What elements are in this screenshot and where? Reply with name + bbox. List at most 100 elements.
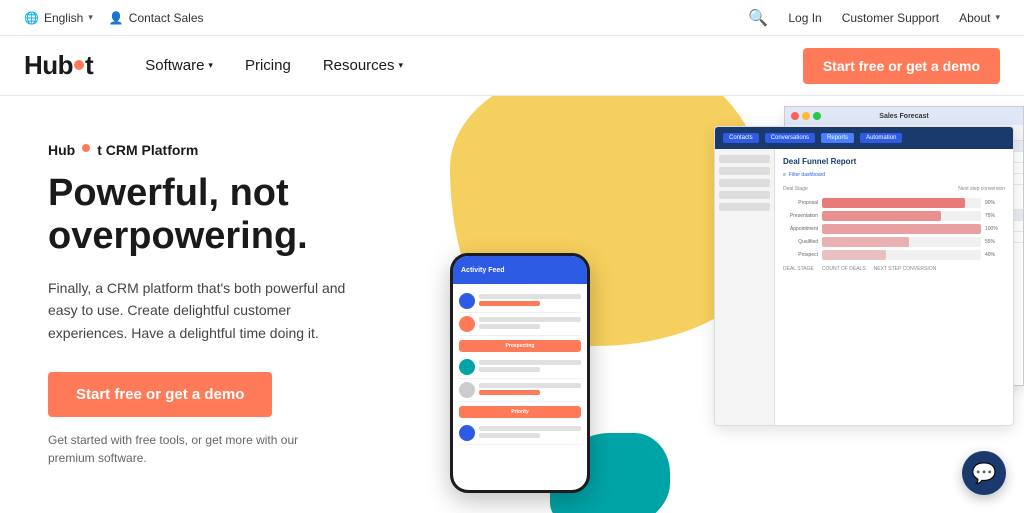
- close-btn[interactable]: [791, 112, 799, 120]
- chevron-down-icon: ▾: [995, 12, 1000, 23]
- phone-header: Activity Feed: [453, 256, 587, 284]
- hero-note: Get started with free tools, or get more…: [48, 431, 308, 467]
- avatar: [459, 316, 475, 332]
- phone-row-3: [459, 356, 581, 379]
- phone-line: [479, 324, 540, 329]
- customer-support-link[interactable]: Customer Support: [842, 11, 939, 25]
- bar-chart: Proposal 90% Presentation 75% Appointmen…: [783, 198, 1005, 260]
- bar-label: Proposal: [783, 200, 818, 206]
- phone-line: [479, 390, 540, 395]
- phone-header-text: Activity Feed: [461, 267, 505, 274]
- bar-track: [822, 198, 981, 208]
- bar-row: Presentation 75%: [783, 211, 1005, 221]
- avatar: [459, 359, 475, 375]
- bar-row: Appointment 100%: [783, 224, 1005, 234]
- maximize-btn[interactable]: [813, 112, 821, 120]
- hero-cta-button[interactable]: Start free or get a demo: [48, 372, 272, 417]
- phone-btn-2[interactable]: Priority: [459, 406, 581, 418]
- phone-mockup: Activity Feed: [450, 253, 590, 493]
- dash-tab-contacts[interactable]: Contacts: [723, 133, 759, 143]
- resources-label: Resources: [323, 57, 395, 74]
- hero-right: Activity Feed: [420, 96, 1024, 513]
- nav-links: Software ▾ Pricing Resources ▾: [133, 49, 803, 82]
- dash-content: Deal Funnel Report ≡ Filter dashboard De…: [715, 149, 1013, 425]
- bar-track: [822, 224, 981, 234]
- bar-pct: 75%: [985, 213, 1005, 219]
- language-selector[interactable]: 🌐 English ▾: [24, 11, 93, 25]
- logo-spot: [74, 60, 84, 70]
- search-icon[interactable]: 🔍: [748, 8, 768, 28]
- bar-row: Qualified 55%: [783, 237, 1005, 247]
- phone-body: Prospecting: [453, 284, 587, 451]
- phone-btn[interactable]: Prospecting: [459, 340, 581, 352]
- nav-resources[interactable]: Resources ▾: [311, 49, 415, 82]
- phone-text-3: [479, 360, 581, 374]
- dashboard-mockup: Contacts Conversations Reports Automatio…: [714, 126, 1014, 426]
- sidebar-item: [719, 191, 770, 199]
- brand-spot: [82, 144, 90, 152]
- minimize-btn[interactable]: [802, 112, 810, 120]
- phone-line: [479, 294, 581, 299]
- ss-titlebar: Sales Forecast: [785, 107, 1023, 125]
- bar-track: [822, 211, 981, 221]
- contact-sales-label: Contact Sales: [129, 11, 204, 25]
- about-label: About: [959, 11, 990, 25]
- chevron-down-icon: ▾: [88, 12, 93, 23]
- phone-line: [479, 317, 581, 322]
- sidebar-item: [719, 155, 770, 163]
- bar-row: Proposal 90%: [783, 198, 1005, 208]
- bar-pct: 40%: [985, 252, 1005, 258]
- dash-tab-conversations[interactable]: Conversations: [765, 133, 815, 143]
- dash-topbar: Contacts Conversations Reports Automatio…: [715, 127, 1013, 149]
- chevron-down-icon: ▾: [208, 60, 213, 71]
- logo[interactable]: Hubt: [24, 50, 93, 81]
- headline-line1: Powerful, not: [48, 172, 289, 214]
- bar-pct: 55%: [985, 239, 1005, 245]
- phone-row-2: [459, 313, 581, 336]
- phone-row-5: [459, 422, 581, 445]
- phone-line: [479, 383, 581, 388]
- hero-subtext: Finally, a CRM platform that's both powe…: [48, 277, 368, 344]
- dash-tab-automation[interactable]: Automation: [860, 133, 902, 143]
- login-link[interactable]: Log In: [788, 11, 821, 25]
- phone-btn-text-2: Priority: [511, 409, 529, 415]
- hero-left: Hubt CRM Platform Powerful, not overpowe…: [0, 96, 420, 513]
- bar-pct: 100%: [985, 226, 1005, 232]
- chat-bubble[interactable]: 💬: [962, 451, 1006, 495]
- ss-controls: [791, 112, 821, 120]
- bar-label: Presentation: [783, 213, 818, 219]
- nav-cta-button[interactable]: Start free or get a demo: [803, 48, 1000, 84]
- phone-line: [479, 426, 581, 431]
- contact-sales-link[interactable]: 👤 Contact Sales: [109, 11, 204, 25]
- phone-text-4: [479, 383, 581, 397]
- nav-software[interactable]: Software ▾: [133, 49, 225, 82]
- hero-brand: Hubt CRM Platform: [48, 142, 380, 158]
- dash-sidebar: [715, 149, 775, 425]
- phone-row-4: [459, 379, 581, 402]
- bar-label: Appointment: [783, 226, 818, 232]
- phone-text-5: [479, 426, 581, 440]
- filter-label: Filter dashboard: [789, 172, 825, 178]
- phone-text-1: [479, 294, 581, 308]
- phone-text-2: [479, 317, 581, 331]
- phone-line: [479, 367, 540, 372]
- avatar: [459, 382, 475, 398]
- nav-pricing[interactable]: Pricing: [233, 49, 303, 82]
- logo-text: Hubt: [24, 50, 93, 81]
- dash-tab-reports[interactable]: Reports: [821, 133, 854, 143]
- ss-title: Sales Forecast: [879, 113, 928, 120]
- about-menu[interactable]: About ▾: [959, 11, 1000, 25]
- bar-label: Qualified: [783, 239, 818, 245]
- dash-filter[interactable]: ≡ Filter dashboard: [783, 172, 1005, 178]
- phone-line: [479, 301, 540, 306]
- utility-left: 🌐 English ▾ 👤 Contact Sales: [24, 11, 204, 25]
- sidebar-item: [719, 203, 770, 211]
- globe-icon: 🌐: [24, 11, 39, 25]
- hero-headline: Powerful, not overpowering.: [48, 172, 380, 259]
- language-label: English: [44, 11, 83, 25]
- software-label: Software: [145, 57, 204, 74]
- utility-bar: 🌐 English ▾ 👤 Contact Sales 🔍 Log In Cus…: [0, 0, 1024, 36]
- phone-line: [479, 360, 581, 365]
- filter-icon: ≡: [783, 172, 786, 178]
- pricing-label: Pricing: [245, 57, 291, 74]
